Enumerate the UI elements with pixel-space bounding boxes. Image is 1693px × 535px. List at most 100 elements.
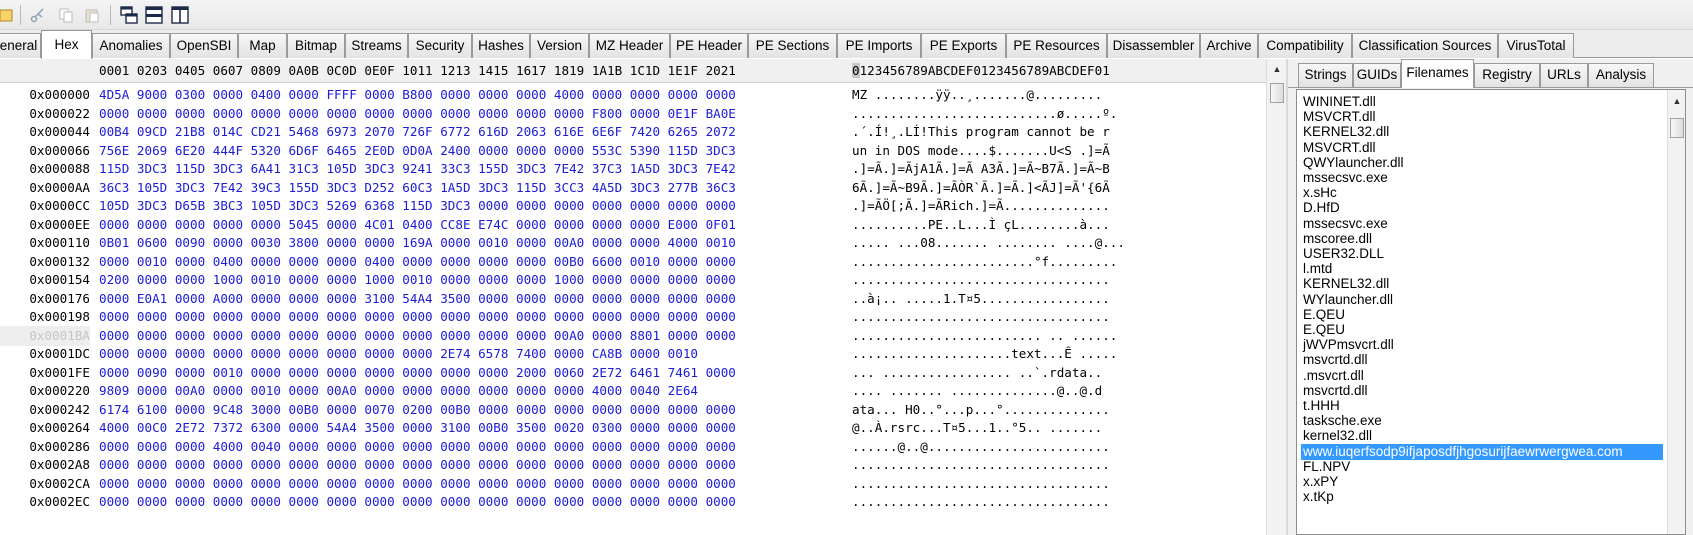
hex-row[interactable]: 0x0002EC 0000 0000 0000 0000 0000 0000 00… bbox=[0, 492, 1266, 512]
tab-bitmap[interactable]: Bitmap bbox=[287, 33, 345, 58]
row-ascii[interactable]: ata... H0..°...p...°.............. bbox=[852, 400, 1110, 420]
hex-row[interactable]: 0x000110 0B01 0600 0090 0000 0030 3800 00… bbox=[0, 233, 1266, 253]
row-ascii[interactable]: ... ................. ..`.rdata.. bbox=[852, 363, 1102, 383]
hex-row[interactable]: 0x000066 756E 2069 6E20 444F 5320 6D6F 64… bbox=[0, 141, 1266, 161]
row-ascii[interactable]: .....................text...Ê ..... bbox=[852, 344, 1117, 364]
scrollbar-thumb[interactable] bbox=[1270, 83, 1284, 103]
side-tab-filenames[interactable]: Filenames bbox=[1401, 59, 1474, 88]
filename-item[interactable]: l.mtd bbox=[1301, 261, 1663, 277]
tab-pe-header[interactable]: PE Header bbox=[670, 33, 748, 58]
filename-item[interactable]: msvcrtd.dll bbox=[1301, 352, 1663, 368]
filename-item[interactable]: .msvcrt.dll bbox=[1301, 368, 1663, 384]
tab-archive[interactable]: Archive bbox=[1200, 33, 1258, 58]
hex-row[interactable]: 0x000044 00B4 09CD 21B8 014C CD21 5468 69… bbox=[0, 122, 1266, 142]
row-ascii[interactable]: ...........................ø.....º. bbox=[852, 104, 1117, 124]
hex-row[interactable]: 0x000198 0000 0000 0000 0000 0000 0000 00… bbox=[0, 307, 1266, 327]
filename-item[interactable]: E.QEU bbox=[1301, 322, 1663, 338]
hex-row[interactable]: 0x0000CC 105D 3DC3 D65B 3BC3 105D 3DC3 52… bbox=[0, 196, 1266, 216]
row-ascii[interactable]: 6Ã.]=Ã~B9Ã.]=ÃÒR`Ã.]=Ã.]<ÃJ]=Ã'{6Ã bbox=[852, 178, 1110, 198]
tile-horizontal-icon[interactable] bbox=[142, 3, 166, 27]
side-tab-analysis[interactable]: Analysis bbox=[1588, 63, 1654, 87]
row-ascii[interactable]: ..à¡.. .....1.T¤5................. bbox=[852, 289, 1110, 309]
row-hex-bytes[interactable]: 0000 0000 0000 4000 0040 0000 0000 0000 … bbox=[99, 437, 736, 457]
row-ascii[interactable]: un in DOS mode....$.......U<S .]=Ã bbox=[852, 141, 1110, 161]
tab-hashes[interactable]: Hashes bbox=[472, 33, 530, 58]
filename-item[interactable]: x.tKp bbox=[1301, 489, 1663, 505]
tab-pe-sections[interactable]: PE Sections bbox=[748, 33, 837, 58]
hex-row[interactable]: 0x0000EE 0000 0000 0000 0000 0000 5045 00… bbox=[0, 215, 1266, 235]
row-hex-bytes[interactable]: 0000 0000 0000 0000 0000 0000 0000 0000 … bbox=[99, 307, 736, 327]
row-ascii[interactable]: .................................. bbox=[852, 455, 1110, 475]
tab-pe-exports[interactable]: PE Exports bbox=[921, 33, 1006, 58]
tab-security[interactable]: Security bbox=[408, 33, 472, 58]
row-ascii[interactable]: ..........PE..L...Ì çL........à... bbox=[852, 215, 1110, 235]
side-tab-registry[interactable]: Registry bbox=[1474, 63, 1540, 87]
row-hex-bytes[interactable]: 00B4 09CD 21B8 014C CD21 5468 6973 2070 … bbox=[99, 122, 736, 142]
hex-row[interactable]: 0x000000 4D5A 9000 0300 0000 0400 0000 FF… bbox=[0, 85, 1266, 105]
row-ascii[interactable]: @..À.rsrc...T¤5...1..°5.. ....... bbox=[852, 418, 1102, 438]
row-ascii[interactable]: .................................. bbox=[852, 270, 1110, 290]
hex-row[interactable]: 0x000286 0000 0000 0000 4000 0040 0000 00… bbox=[0, 437, 1266, 457]
filename-item[interactable]: FL.NPV bbox=[1301, 459, 1663, 475]
row-hex-bytes[interactable]: 0000 E0A1 0000 A000 0000 0000 0000 3100 … bbox=[99, 289, 736, 309]
tab-map[interactable]: Map bbox=[238, 33, 287, 58]
filename-item[interactable]: mssecsvc.exe bbox=[1301, 170, 1663, 186]
row-ascii[interactable]: ..... ...08....... ........ ....@... bbox=[852, 233, 1125, 253]
hex-row[interactable]: 0x000132 0000 0010 0000 0400 0000 0000 00… bbox=[0, 252, 1266, 272]
row-hex-bytes[interactable]: 4000 00C0 2E72 7372 6300 0000 54A4 3500 … bbox=[99, 418, 736, 438]
hex-row[interactable]: 0x0001FE 0000 0090 0000 0010 0000 0000 00… bbox=[0, 363, 1266, 383]
row-hex-bytes[interactable]: 0000 0000 0000 0000 0000 0000 0000 0000 … bbox=[99, 474, 736, 494]
filename-item[interactable]: kernel32.dll bbox=[1301, 428, 1663, 444]
row-hex-bytes[interactable]: 0000 0000 0000 0000 0000 0000 0000 0000 … bbox=[99, 326, 736, 346]
tab-anomalies[interactable]: Anomalies bbox=[92, 33, 170, 58]
filename-item[interactable]: mscoree.dll bbox=[1301, 231, 1663, 247]
row-ascii[interactable]: .................................. bbox=[852, 307, 1110, 327]
open-icon[interactable] bbox=[0, 3, 18, 27]
row-ascii[interactable]: ......................... .. ...... bbox=[852, 326, 1117, 346]
row-ascii[interactable]: MZ ........ÿÿ..¸.......@......... bbox=[852, 85, 1102, 105]
filenames-scrollbar[interactable]: ▲ bbox=[1667, 90, 1685, 534]
hex-row[interactable]: 0x000088 115D 3DC3 115D 3DC3 6A41 31C3 10… bbox=[0, 159, 1266, 179]
hex-row[interactable]: 0x000022 0000 0000 0000 0000 0000 0000 00… bbox=[0, 104, 1266, 124]
filename-item[interactable]: x.sHc bbox=[1301, 185, 1663, 201]
filename-item[interactable]: KERNEL32.dll bbox=[1301, 124, 1663, 140]
hex-row[interactable]: 0x000154 0200 0000 0000 1000 0010 0000 00… bbox=[0, 270, 1266, 290]
paste-icon[interactable] bbox=[80, 3, 104, 27]
tab-compatibility[interactable]: Compatibility bbox=[1258, 33, 1352, 58]
row-hex-bytes[interactable]: 0000 0000 0000 0000 0000 0000 0000 0000 … bbox=[99, 455, 736, 475]
filename-item[interactable]: tasksche.exe bbox=[1301, 413, 1663, 429]
tab-streams[interactable]: Streams bbox=[345, 33, 408, 58]
row-hex-bytes[interactable]: 36C3 105D 3DC3 7E42 39C3 155D 3DC3 D252 … bbox=[99, 178, 736, 198]
hex-row[interactable]: 0x0002CA 0000 0000 0000 0000 0000 0000 00… bbox=[0, 474, 1266, 494]
row-hex-bytes[interactable]: 115D 3DC3 115D 3DC3 6A41 31C3 105D 3DC3 … bbox=[99, 159, 736, 179]
row-hex-bytes[interactable]: 0000 0000 0000 0000 0000 0000 0000 0000 … bbox=[99, 104, 736, 124]
row-hex-bytes[interactable]: 4D5A 9000 0300 0000 0400 0000 FFFF 0000 … bbox=[99, 85, 736, 105]
tab-virustotal[interactable]: VirusTotal bbox=[1498, 33, 1574, 58]
filenames-list[interactable]: WININET.dll MSVCRT.dll KERNEL32.dll MSVCRT.… bbox=[1296, 89, 1686, 535]
scrollbar-thumb[interactable] bbox=[1670, 118, 1684, 138]
filename-item[interactable]: mssecsvc.exe bbox=[1301, 216, 1663, 232]
filename-item[interactable]: WININET.dll bbox=[1301, 94, 1663, 110]
row-ascii[interactable]: .]=Ã.]=ÃjA1Ã.]=Ã A3Ã.]=Ã~B7Ã.]=Ã~B bbox=[852, 159, 1110, 179]
filename-item[interactable]: www.iuqerfsodp9ifjaposdfjhgosurijfaewrwe… bbox=[1301, 443, 1663, 460]
scroll-up-arrow-icon[interactable]: ▲ bbox=[1668, 94, 1685, 108]
hex-row[interactable]: 0x0002A8 0000 0000 0000 0000 0000 0000 00… bbox=[0, 455, 1266, 475]
filename-item[interactable]: E.QEU bbox=[1301, 307, 1663, 323]
filename-item[interactable]: MSVCRT.dll bbox=[1301, 109, 1663, 125]
tab-pe-resources[interactable]: PE Resources bbox=[1006, 33, 1107, 58]
hex-scrollbar[interactable]: ▲ bbox=[1266, 59, 1286, 535]
hex-row[interactable]: 0x000264 4000 00C0 2E72 7372 6300 0000 54… bbox=[0, 418, 1266, 438]
row-hex-bytes[interactable]: 9809 0000 00A0 0000 0010 0000 00A0 0000 … bbox=[99, 381, 698, 401]
row-hex-bytes[interactable]: 0000 0000 0000 0000 0000 0000 0000 0000 … bbox=[99, 492, 736, 512]
hex-row[interactable]: 0x0001DC 0000 0000 0000 0000 0000 0000 00… bbox=[0, 344, 1266, 364]
side-tab-guids[interactable]: GUIDs bbox=[1353, 63, 1401, 87]
scroll-up-arrow-icon[interactable]: ▲ bbox=[1267, 61, 1286, 77]
tab-hex[interactable]: Hex bbox=[41, 30, 92, 59]
cascade-windows-icon[interactable] bbox=[117, 3, 141, 27]
row-ascii[interactable]: .´.Í!¸.LÍ!This program cannot be r bbox=[852, 122, 1110, 142]
tab-opensbi[interactable]: OpenSBI bbox=[170, 33, 238, 58]
row-ascii[interactable]: ........................°f......... bbox=[852, 252, 1117, 272]
row-ascii[interactable]: .................................. bbox=[852, 474, 1110, 494]
hex-row[interactable]: 0x000176 0000 E0A1 0000 A000 0000 0000 00… bbox=[0, 289, 1266, 309]
tab-classification-sources[interactable]: Classification Sources bbox=[1352, 33, 1498, 58]
